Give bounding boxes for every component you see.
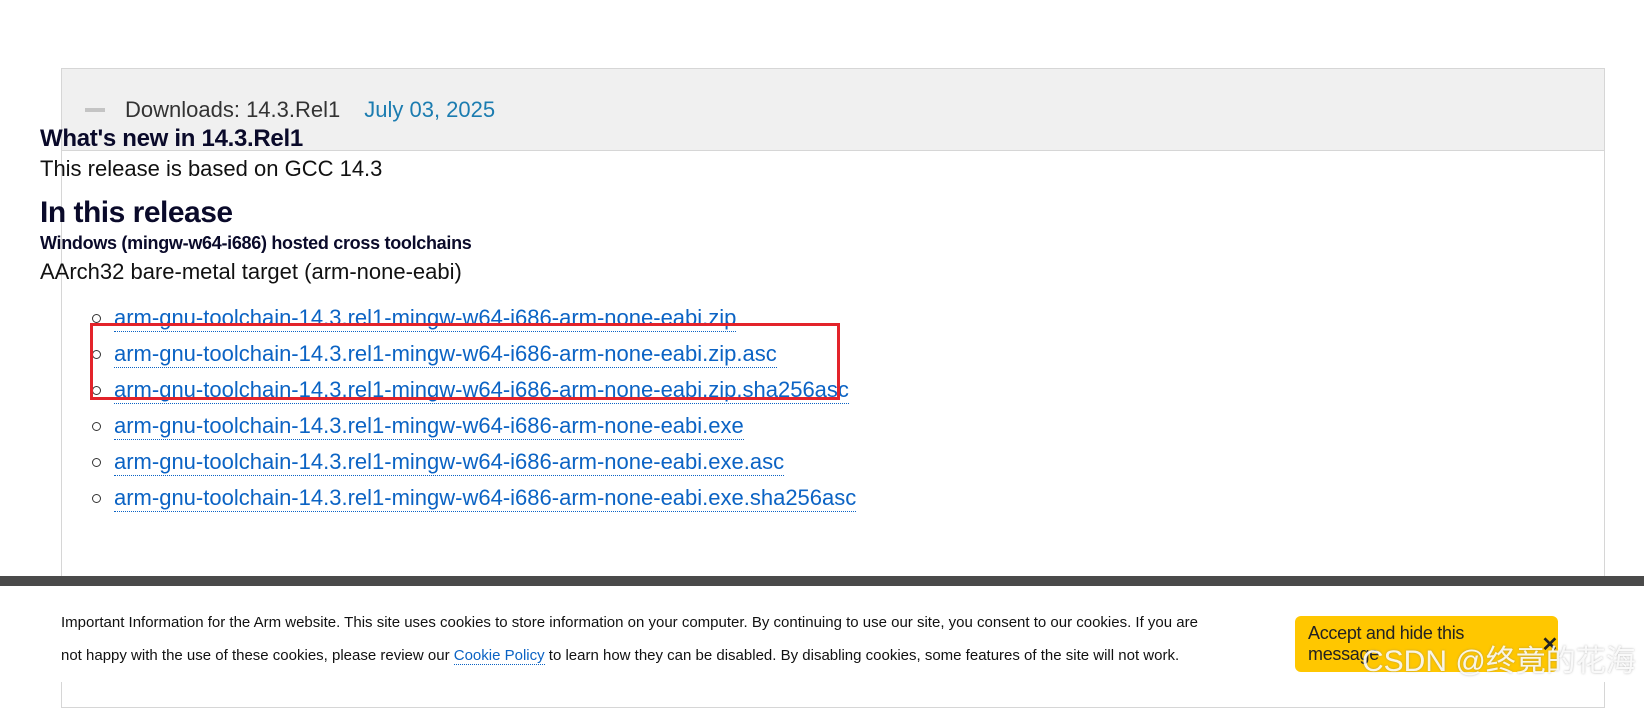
release-date: July 03, 2025 <box>364 96 496 122</box>
cookie-banner: Important Information for the Arm websit… <box>0 576 1644 682</box>
minus-icon[interactable] <box>85 107 105 112</box>
accept-cookies-button[interactable]: Accept and hide this message ✕ <box>1295 616 1558 672</box>
downloads-title: Downloads: 14.3.Rel1 <box>125 96 341 122</box>
release-content: What's new in 14.3.Rel1 This release is … <box>40 124 1500 516</box>
download-link-zip-sha256asc[interactable]: arm-gnu-toolchain-14.3.rel1-mingw-w64-i6… <box>114 377 849 404</box>
list-item: arm-gnu-toolchain-14.3.rel1-mingw-w64-i6… <box>92 300 1500 336</box>
host-heading: Windows (mingw-w64-i686) hosted cross to… <box>40 233 472 253</box>
download-link-exe-asc[interactable]: arm-gnu-toolchain-14.3.rel1-mingw-w64-i6… <box>114 449 785 476</box>
list-item: arm-gnu-toolchain-14.3.rel1-mingw-w64-i6… <box>92 480 1500 516</box>
bullet-icon <box>92 313 101 323</box>
bullet-icon <box>92 457 101 467</box>
whats-new-heading: What's new in 14.3.Rel1 <box>40 125 303 152</box>
download-link-exe-sha256asc[interactable]: arm-gnu-toolchain-14.3.rel1-mingw-w64-i6… <box>114 485 857 512</box>
cookie-message: Important Information for the Arm websit… <box>61 606 1221 672</box>
download-link-zip[interactable]: arm-gnu-toolchain-14.3.rel1-mingw-w64-i6… <box>114 305 737 332</box>
bullet-icon <box>92 421 101 431</box>
accept-button-label: Accept and hide this message <box>1308 623 1465 664</box>
list-item: arm-gnu-toolchain-14.3.rel1-mingw-w64-i6… <box>92 408 1500 444</box>
list-item: arm-gnu-toolchain-14.3.rel1-mingw-w64-i6… <box>92 372 1500 408</box>
cookie-text-after: to learn how they can be disabled. By di… <box>544 647 1180 664</box>
download-link-exe[interactable]: arm-gnu-toolchain-14.3.rel1-mingw-w64-i6… <box>114 413 744 440</box>
target-label: AArch32 bare-metal target (arm-none-eabi… <box>40 259 462 284</box>
bullet-icon <box>92 349 101 359</box>
bullet-icon <box>92 493 101 503</box>
list-item: arm-gnu-toolchain-14.3.rel1-mingw-w64-i6… <box>92 444 1500 480</box>
release-base-text: This release is based on GCC 14.3 <box>40 156 383 181</box>
bullet-icon <box>92 385 101 395</box>
cookie-policy-link[interactable]: Cookie Policy <box>453 647 545 665</box>
in-release-heading: In this release <box>40 196 233 229</box>
file-list: arm-gnu-toolchain-14.3.rel1-mingw-w64-i6… <box>40 300 1500 516</box>
list-item: arm-gnu-toolchain-14.3.rel1-mingw-w64-i6… <box>92 336 1500 372</box>
close-icon[interactable]: ✕ <box>1542 632 1559 657</box>
download-link-zip-asc[interactable]: arm-gnu-toolchain-14.3.rel1-mingw-w64-i6… <box>114 341 777 368</box>
